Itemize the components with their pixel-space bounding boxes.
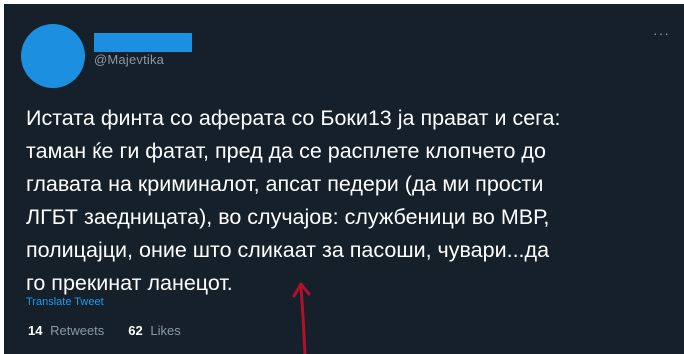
more-options-icon[interactable]: ··· <box>653 26 670 40</box>
tweet-text-line: таман ќе ги фатат, пред да се расплете к… <box>26 139 546 163</box>
user-handle[interactable]: @Majevtika <box>94 52 164 67</box>
avatar[interactable] <box>21 24 85 88</box>
tweet-card: @Majevtika ··· Истата финта со аферата с… <box>4 4 684 354</box>
tweet-text-line: полицајци, оние што сликаат за пасоши, ч… <box>26 238 550 262</box>
display-name-redaction <box>94 33 192 52</box>
retweets-count: 14 <box>28 323 43 338</box>
retweets-stat[interactable]: 14 Retweets <box>28 323 104 338</box>
likes-stat[interactable]: 62 Likes <box>128 323 180 338</box>
tweet-text-line: го прекинат ланецот. <box>26 271 233 295</box>
translate-tweet-link[interactable]: Translate Tweet <box>26 296 104 308</box>
likes-count: 62 <box>128 323 143 338</box>
tweet-text-line: главата на криминалот, апсат педери (да … <box>26 172 544 196</box>
tweet-text-line: Истата финта со аферата со Боки13 ја пра… <box>26 106 561 130</box>
retweets-label: Retweets <box>50 323 105 338</box>
screenshot-frame: @Majevtika ··· Истата финта со аферата с… <box>0 0 684 354</box>
tweet-text-line: ЛГБТ заедницата), во случајов: службениц… <box>26 205 550 229</box>
likes-label: Likes <box>150 323 181 338</box>
red-arrow-annotation-icon <box>292 282 311 354</box>
tweet-text: Истата финта со аферата со Боки13 ја пра… <box>26 102 676 300</box>
engagement-stats: 14 Retweets 62 Likes <box>28 323 181 338</box>
